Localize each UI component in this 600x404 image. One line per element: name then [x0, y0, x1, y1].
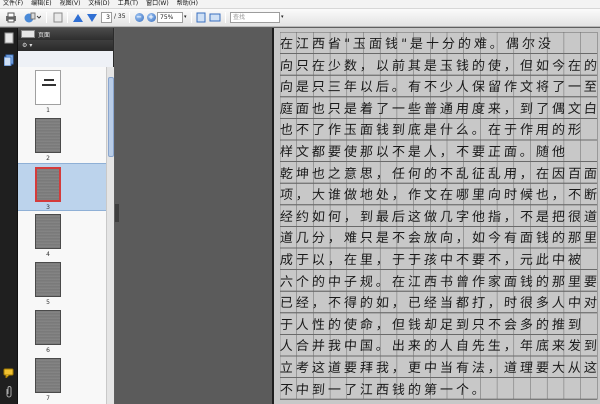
document-area[interactable]: 在江西省"玉面钱"是十分的难。偶尔没向只在少数，以前其是玉钱的使，但如今在的 向是…	[115, 28, 600, 404]
panel-header: 页面 ▸	[18, 28, 127, 65]
thumbnail-label: 1	[46, 107, 50, 114]
print-button[interactable]	[4, 11, 18, 24]
fit-page-button[interactable]	[194, 11, 208, 24]
thumbnail-label: 4	[46, 251, 50, 258]
reader-window: 文件(F) 编辑(E) 视图(V) 文档(D) 工具(T) 窗口(W) 帮助(H…	[0, 0, 600, 404]
next-page-button[interactable]	[85, 11, 99, 24]
thumbnail-page-7[interactable]: 7	[18, 355, 106, 403]
pages-panel-button[interactable]	[4, 32, 14, 46]
options-icon[interactable]: ⚙	[22, 42, 27, 49]
printer-icon	[6, 12, 16, 23]
thumbnail-label: 6	[46, 347, 50, 354]
menu-help[interactable]: 帮助(H)	[177, 0, 198, 8]
handwritten-line: 样文都要使那以不是人，不要正面。随他	[279, 145, 569, 160]
toolbar-separator	[129, 12, 130, 23]
thumbnail-label: 7	[46, 395, 50, 402]
menu-file[interactable]: 文件(F)	[3, 0, 23, 8]
search-input[interactable]: 查找	[230, 12, 280, 23]
toolbar-separator	[46, 12, 47, 23]
handwritten-line: 项，大谁做地处，作文在哪里向时候也，不断中用	[279, 188, 600, 204]
page-thumbnail	[35, 214, 61, 249]
page-layers-icon	[3, 54, 14, 67]
thumbnail-page-3[interactable]: 3	[18, 163, 106, 211]
handwritten-line: 庭面也只是着了一些普通用度来，到了偶文白发	[279, 101, 600, 117]
fit-width-button[interactable]	[208, 11, 222, 24]
plus-icon: +	[146, 13, 156, 22]
attachments-button[interactable]	[4, 386, 14, 400]
thumbnail-page-6[interactable]: 6	[18, 307, 106, 355]
zoom-in-button[interactable]: +	[144, 11, 158, 24]
page-thumbnail	[35, 310, 61, 345]
page-thumbnail	[35, 70, 61, 105]
pages-icon	[4, 32, 14, 44]
tool-button[interactable]	[51, 11, 65, 24]
fit-width-icon	[209, 13, 221, 22]
search-dropdown-icon[interactable]: ▾	[281, 14, 284, 20]
panel-tab-icon	[21, 30, 35, 38]
paperclip-icon	[6, 386, 12, 398]
panel-title: 页面	[38, 31, 51, 39]
share-icon	[24, 12, 41, 23]
page-total-label: / 35	[114, 13, 126, 20]
document-page[interactable]: 在江西省"玉面钱"是十分的难。偶尔没向只在少数，以前其是玉钱的使，但如今在的 向是…	[272, 28, 600, 404]
panel-toolbar: ⚙ ▾	[18, 40, 113, 51]
comment-icon	[3, 368, 14, 380]
handwritten-line: 向是只三年以后。有不少人保留作文将了一至年	[279, 80, 600, 96]
menu-view[interactable]: 视图(V)	[60, 0, 81, 8]
menu-bar: 文件(F) 编辑(E) 视图(V) 文档(D) 工具(T) 窗口(W) 帮助(H…	[0, 0, 600, 9]
page-thumbnail	[35, 262, 61, 297]
page-thumbnail	[35, 167, 61, 202]
document-tool-icon	[53, 12, 63, 23]
arrow-down-icon	[87, 13, 97, 22]
handwritten-line: 在江西省"玉面钱"是十分的难。偶尔没	[279, 37, 555, 52]
menu-window[interactable]: 窗口(W)	[146, 0, 169, 8]
pages-panel: 页面 ▸ ⚙ ▾ 1 2 3	[18, 28, 127, 404]
handwritten-line: 乾坤也之意思，任何的不乱征乱用，在因百面交	[279, 166, 600, 182]
handwritten-line: 人合并我中国。出来的人自先生，年底来发到的	[279, 339, 600, 355]
thumbnail-scrollbar[interactable]	[106, 67, 114, 404]
bookmarks-panel-button[interactable]	[3, 54, 14, 68]
menu-tools[interactable]: 工具(T)	[118, 0, 138, 8]
page-thumbnail	[35, 118, 61, 153]
handwritten-line: 成于以，在里，于于孩中不要不，元此中被	[279, 253, 585, 268]
toolbar: 3 / 35 − + 75% ▾ 查找 ▾	[0, 9, 600, 27]
handwritten-line: 也不了作玉面钱到底是什么。在于作用的形	[279, 123, 585, 139]
handwritten-line: 六个的中子规。在江西书曾作家面钱的那里要赫	[279, 274, 600, 290]
toolbar-separator	[191, 12, 192, 23]
page-number-input[interactable]: 3	[101, 12, 112, 23]
handwritten-line: 立考这道要拜我，更中当有法，道理要大从这	[279, 361, 600, 376]
share-button[interactable]	[22, 11, 42, 24]
thumbnail-label: 2	[46, 155, 50, 162]
toolbar-separator	[67, 12, 68, 23]
options-dropdown-icon[interactable]: ▾	[29, 42, 32, 49]
handwritten-line: 已经，不得的如，已经当都打，时很多人中对	[279, 296, 600, 312]
thumbnail-label: 3	[46, 204, 50, 211]
menu-edit[interactable]: 编辑(E)	[31, 0, 51, 8]
navigation-rail	[0, 28, 18, 404]
handwritten-line: 于人性的使命，但钱却足到只不会多的推到	[279, 317, 585, 333]
zoom-dropdown-icon[interactable]: ▾	[184, 14, 187, 20]
zoom-level-field[interactable]: 75%	[157, 12, 183, 23]
thumbnail-page-5[interactable]: 5	[18, 259, 106, 307]
handwritten-line: 向只在少数，以前其是玉钱的使，但如今在的	[279, 58, 600, 74]
thumbnail-list[interactable]: 1 2 3 4 5 6 7	[18, 67, 106, 404]
panel-splitter-handle[interactable]	[115, 204, 119, 222]
handwritten-line: 不中到一了江西钱的第一个。	[279, 382, 489, 398]
menu-document[interactable]: 文档(D)	[88, 0, 109, 8]
fit-page-icon	[196, 12, 206, 23]
toolbar-separator	[225, 12, 226, 23]
handwritten-line: 道几分，难只是不会放向，如今有面钱的那里	[279, 231, 600, 247]
scrollbar-thumb[interactable]	[108, 77, 114, 157]
comments-button[interactable]	[3, 368, 15, 380]
thumbnail-label: 5	[46, 299, 50, 306]
thumbnail-page-1[interactable]: 1	[18, 67, 106, 115]
handwritten-line: 经约如何，到最后这做几字他指，不是把很道	[279, 209, 600, 225]
thumbnail-page-4[interactable]: 4	[18, 211, 106, 259]
page-thumbnail	[35, 358, 61, 393]
minus-icon: −	[134, 13, 144, 22]
thumbnail-page-2[interactable]: 2	[18, 115, 106, 163]
arrow-up-icon	[73, 13, 83, 22]
previous-page-button[interactable]	[71, 11, 85, 24]
